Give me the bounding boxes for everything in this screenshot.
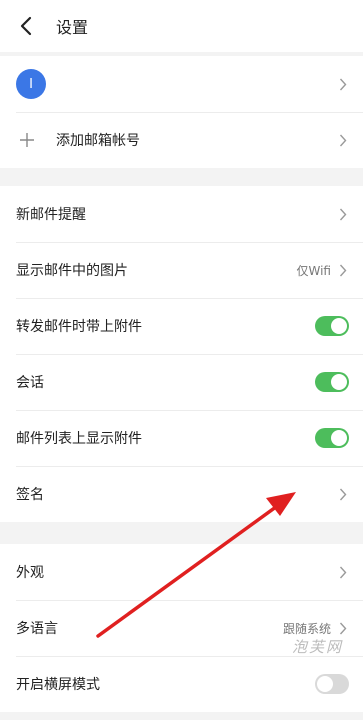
account-row[interactable]: I [0,56,363,112]
top-bar: 设置 [0,0,363,52]
back-button[interactable] [6,6,46,46]
show-images-label: 显示邮件中的图片 [16,263,128,279]
toggle-knob [331,430,347,446]
add-account-row[interactable]: 添加邮箱帐号 [0,112,363,168]
page-title: 设置 [56,18,89,37]
show-images-value: 仅Wifi [296,263,332,278]
conversation-row: 会话 [0,354,363,410]
landscape-mode-row: 开启横屏模式 [0,656,363,712]
appearance-row[interactable]: 外观 [0,544,363,600]
chevron-right-icon [339,133,349,147]
list-show-attachments-label: 邮件列表上显示附件 [16,431,142,447]
avatar: I [16,69,46,99]
forward-attachments-toggle[interactable] [315,316,349,336]
watermark: 泡芙网 [291,638,343,656]
add-account-label: 添加邮箱帐号 [56,133,140,149]
chevron-left-icon [20,16,32,36]
mail-settings-group: 新邮件提醒 显示邮件中的图片 仅Wifi 转发邮件时带上附件 会话 邮件列表上显… [0,186,363,522]
chevron-right-icon [339,487,349,501]
signature-label: 签名 [16,487,44,503]
language-label: 多语言 [16,621,58,637]
toggle-knob [331,374,347,390]
forward-attachments-label: 转发邮件时带上附件 [16,319,142,335]
display-settings-group: 外观 多语言 跟随系统 开启横屏模式 [0,544,363,712]
new-mail-notify-label: 新邮件提醒 [16,207,86,223]
new-mail-notify-row[interactable]: 新邮件提醒 [0,186,363,242]
appearance-label: 外观 [16,565,44,581]
conversation-label: 会话 [16,375,44,391]
toggle-knob [317,676,333,692]
chevron-right-icon [339,621,349,635]
chevron-right-icon [339,77,349,91]
toggle-knob [331,318,347,334]
language-value: 跟随系统 [282,621,331,636]
forward-attachments-row: 转发邮件时带上附件 [0,298,363,354]
plus-icon [16,129,38,151]
list-show-attachments-toggle[interactable] [315,428,349,448]
account-group: I 添加邮箱帐号 [0,56,363,168]
landscape-mode-toggle[interactable] [315,674,349,694]
chevron-right-icon [339,263,349,277]
chevron-right-icon [339,565,349,579]
conversation-toggle[interactable] [315,372,349,392]
signature-row[interactable]: 签名 [0,466,363,522]
list-show-attachments-row: 邮件列表上显示附件 [0,410,363,466]
show-images-row[interactable]: 显示邮件中的图片 仅Wifi [0,242,363,298]
chevron-right-icon [339,207,349,221]
landscape-mode-label: 开启横屏模式 [16,677,100,693]
